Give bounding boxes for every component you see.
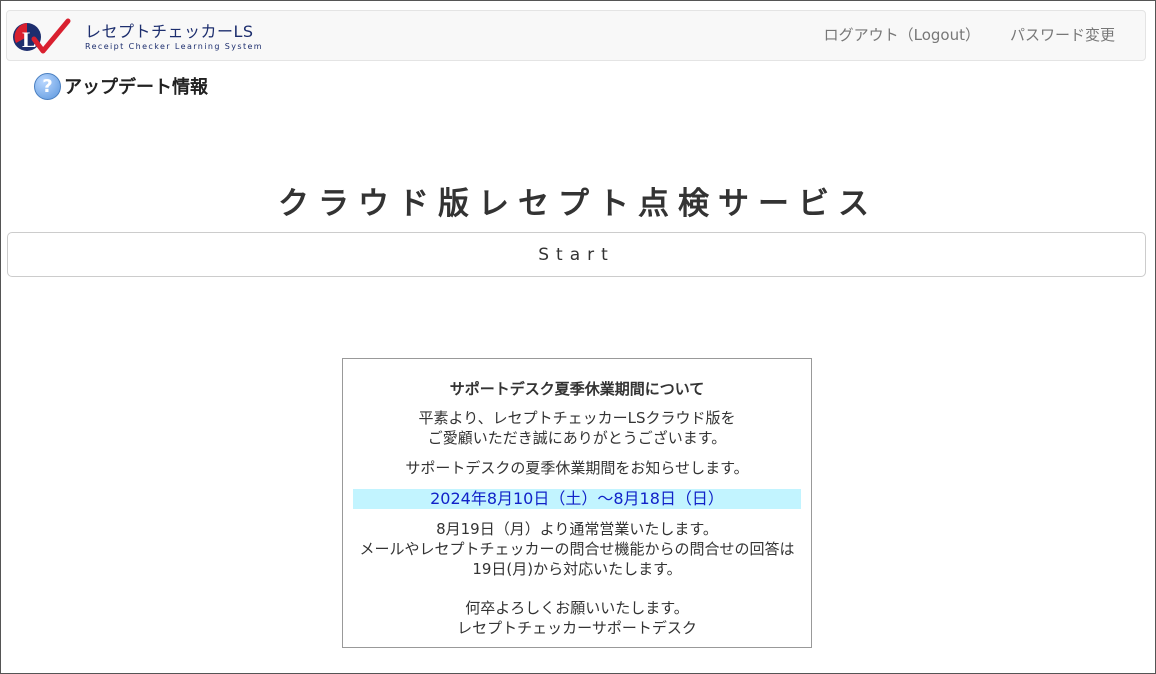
notice-greeting: 平素より、レセプトチェッカーLSクラウド版を ご愛顧いただき誠にありがとうござい… [343, 408, 811, 448]
logo-mark-icon: L [13, 18, 71, 54]
notice-box: サポートデスク夏季休業期間について 平素より、レセプトチェッカーLSクラウド版を… [342, 358, 812, 648]
logo-title: レセプトチェッカーLS [85, 22, 254, 41]
logo-subtitle: Receipt Checker Learning System [85, 42, 264, 51]
notice-resume-line: メールやレセプトチェッカーの問合せ機能からの問合せの回答は [359, 540, 795, 558]
notice-resume-line: 19日(月)から対応いたします。 [472, 560, 682, 578]
brand-logo[interactable]: L レセプトチェッカーLS Receipt Checker Learning S… [12, 17, 262, 57]
notice-closing-line: 何卒よろしくお願いいたします。 [465, 599, 689, 617]
notice-greeting-line: ご愛顧いただき誠にありがとうございます。 [427, 429, 727, 447]
notice-signature: レセプトチェッカーサポートデスク [457, 619, 697, 637]
service-title: クラウド版レセプト点検サービス [278, 186, 878, 222]
notice-period-highlight: 2024年8月10日（土）～8月18日（日） [353, 489, 801, 509]
start-button[interactable]: Start [7, 232, 1146, 277]
password-change-link[interactable]: パスワード変更 [995, 11, 1145, 60]
update-info-link[interactable]: ? アップデート情報 [34, 72, 208, 100]
question-icon: ? [34, 72, 61, 100]
logout-link[interactable]: ログアウト（Logout） [809, 11, 995, 60]
notice-resume: 8月19日（月）より通常営業いたします。 メールやレセプトチェッカーの問合せ機能… [343, 519, 811, 579]
top-navbar: L レセプトチェッカーLS Receipt Checker Learning S… [6, 10, 1146, 61]
notice-announcement: サポートデスクの夏季休業期間をお知らせします。 [405, 459, 749, 477]
nav-links: ログアウト（Logout） パスワード変更 [809, 11, 1145, 60]
notice-closing: 何卒よろしくお願いいたします。 レセプトチェッカーサポートデスク [343, 598, 811, 638]
notice-title: サポートデスク夏季休業期間について [449, 380, 705, 398]
notice-greeting-line: 平素より、レセプトチェッカーLSクラウド版を [418, 409, 736, 427]
notice-resume-line: 8月19日（月）より通常営業いたします。 [436, 520, 718, 538]
update-info-label: アップデート情報 [64, 77, 208, 98]
